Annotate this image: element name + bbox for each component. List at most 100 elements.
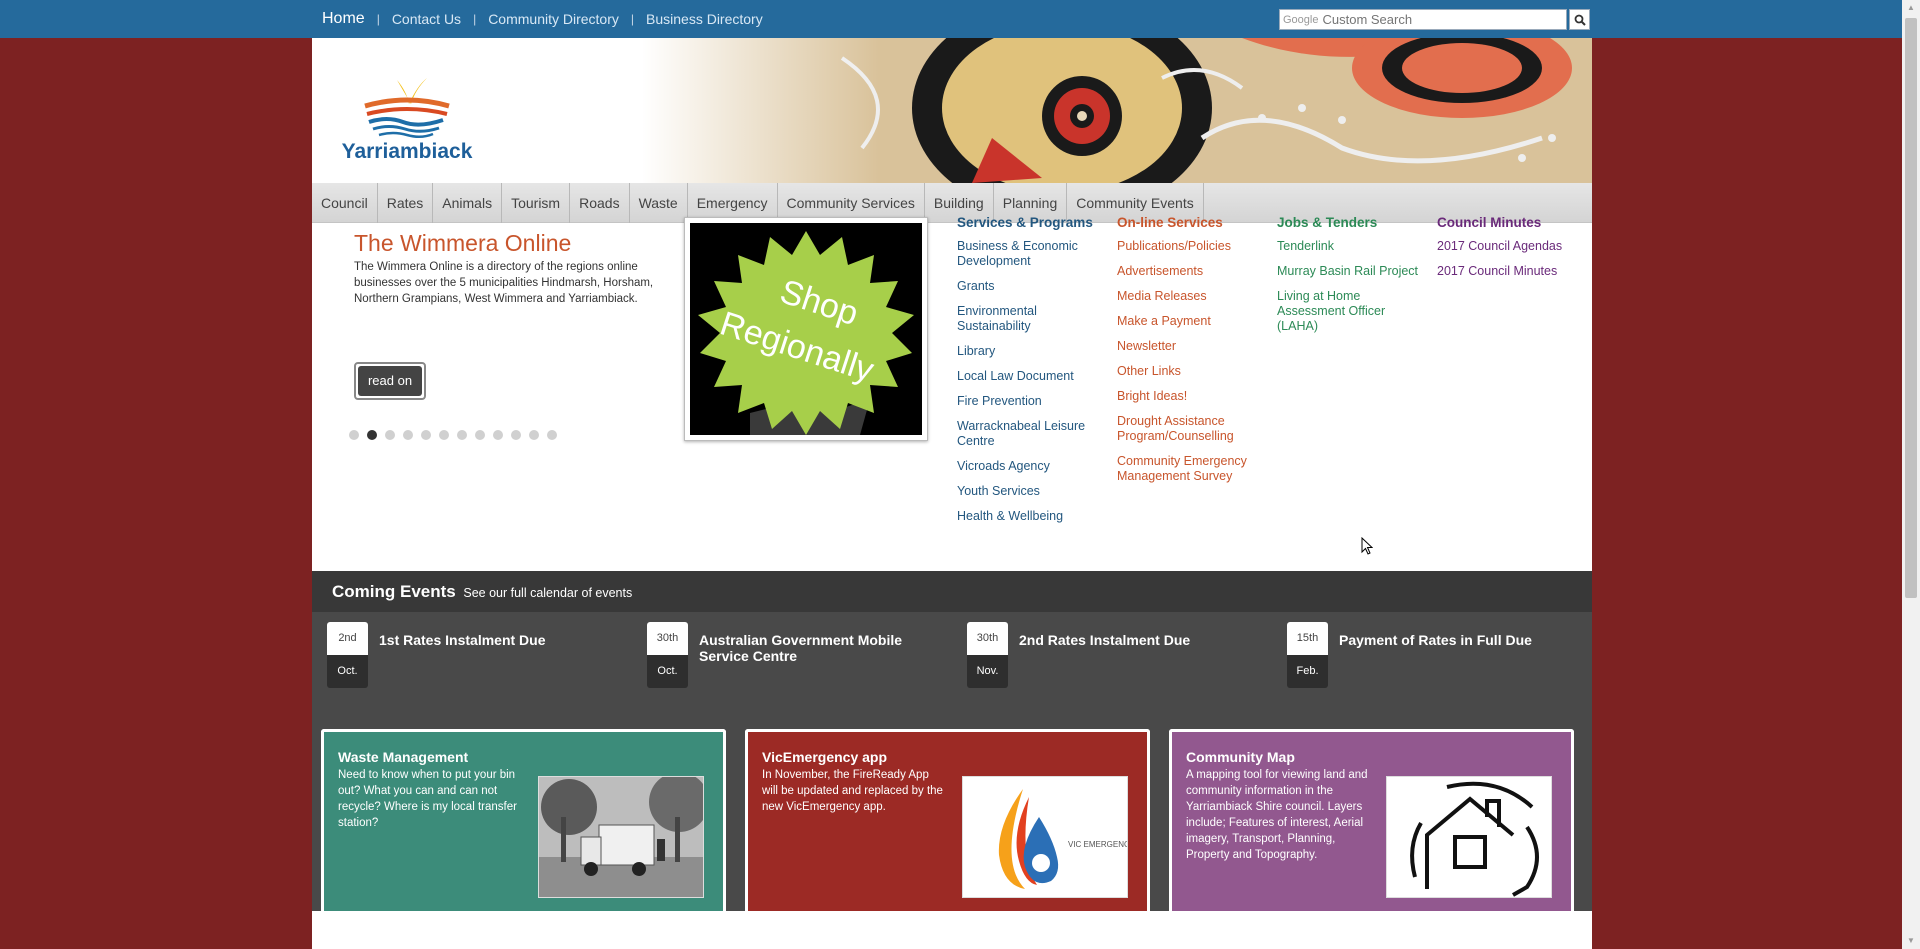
online-link[interactable]: Newsletter — [1117, 339, 1267, 354]
search-input[interactable] — [1322, 12, 1553, 27]
vicemergency-card[interactable]: VicEmergency app In November, the FireRe… — [745, 729, 1150, 911]
scroll-up-icon[interactable]: ▲ — [1902, 0, 1920, 16]
event-item[interactable]: 30th Oct. Australian Government Mobile S… — [647, 622, 947, 692]
nav-waste[interactable]: Waste — [630, 183, 688, 223]
slider-dots — [349, 430, 557, 440]
online-link[interactable]: Community Emergency Management Survey — [1117, 454, 1267, 484]
event-date: 30th Oct. — [647, 622, 688, 688]
card-title[interactable]: Waste Management — [338, 749, 709, 765]
services-link[interactable]: Business & Economic Development — [957, 239, 1107, 269]
top-bar: Home | Contact Us | Community Directory … — [0, 0, 1902, 38]
online-link[interactable]: Make a Payment — [1117, 314, 1267, 329]
full-calendar-link[interactable]: See our full calendar of events — [463, 586, 632, 600]
event-month: Nov. — [967, 655, 1008, 688]
event-title[interactable]: Payment of Rates in Full Due — [1339, 632, 1579, 648]
scroll-down-icon[interactable]: ▼ — [1902, 933, 1920, 949]
read-on-label: read on — [358, 366, 422, 396]
vicemergency-logo: VIC EMERGENCY — [962, 776, 1128, 898]
waste-management-card[interactable]: Waste Management Need to know when to pu… — [321, 729, 726, 911]
jobs-link[interactable]: Living at Home Assessment Officer (LAHA) — [1277, 289, 1427, 334]
scroll-thumb[interactable] — [1905, 18, 1917, 598]
slider-dot[interactable] — [511, 430, 521, 440]
top-nav-home[interactable]: Home — [322, 10, 365, 28]
read-on-button[interactable]: read on — [354, 362, 426, 400]
nav-animals[interactable]: Animals — [433, 183, 503, 223]
event-title[interactable]: 1st Rates Instalment Due — [379, 632, 619, 648]
online-link[interactable]: Publications/Policies — [1117, 239, 1267, 254]
card-title[interactable]: Community Map — [1186, 749, 1557, 765]
slider-dot[interactable] — [439, 430, 449, 440]
shop-regionally-promo[interactable]: Shop Regionally — [684, 217, 928, 441]
slider-dot-active[interactable] — [367, 430, 377, 440]
services-link[interactable]: Youth Services — [957, 484, 1107, 499]
event-title[interactable]: 2nd Rates Instalment Due — [1019, 632, 1259, 648]
google-label: Google — [1283, 13, 1319, 26]
top-nav-business-directory[interactable]: Business Directory — [646, 11, 763, 27]
slider-dot[interactable] — [475, 430, 485, 440]
services-link[interactable]: Health & Wellbeing — [957, 509, 1107, 524]
search-button[interactable] — [1569, 9, 1590, 30]
top-nav: Home | Contact Us | Community Directory … — [322, 0, 763, 38]
services-link[interactable]: Grants — [957, 279, 1107, 294]
slider-dot[interactable] — [421, 430, 431, 440]
event-month: Feb. — [1287, 655, 1328, 688]
card-text: In November, the FireReady App will be u… — [762, 769, 943, 813]
services-link[interactable]: Local Law Document — [957, 369, 1107, 384]
home-icon — [1386, 776, 1552, 898]
header-artwork — [642, 38, 1592, 183]
event-title[interactable]: Australian Government Mobile Service Cen… — [699, 632, 939, 664]
slider-dot[interactable] — [529, 430, 539, 440]
yarriambiack-logo[interactable]: Yarriambiack — [337, 58, 477, 163]
separator: | — [376, 12, 380, 26]
slider-dot[interactable] — [385, 430, 395, 440]
services-heading[interactable]: Services & Programs — [957, 215, 1107, 230]
event-date: 30th Nov. — [967, 622, 1008, 688]
services-link[interactable]: Warracknabeal Leisure Centre — [957, 419, 1107, 449]
online-link[interactable]: Advertisements — [1117, 264, 1267, 279]
online-link[interactable]: Drought Assistance Program/Counselling — [1117, 414, 1267, 444]
nav-roads[interactable]: Roads — [570, 183, 630, 223]
search-box: Google — [1279, 9, 1567, 30]
minutes-link[interactable]: 2017 Council Agendas — [1437, 239, 1577, 254]
slider-dot[interactable] — [349, 430, 359, 440]
event-item[interactable]: 30th Nov. 2nd Rates Instalment Due — [967, 622, 1267, 692]
event-date: 2nd Oct. — [327, 622, 368, 688]
nav-tourism[interactable]: Tourism — [502, 183, 571, 223]
online-link[interactable]: Other Links — [1117, 364, 1267, 379]
online-link[interactable]: Bright Ideas! — [1117, 389, 1267, 404]
page-scrollbar[interactable]: ▲ ▼ — [1902, 0, 1920, 949]
slider-title[interactable]: The Wimmera Online — [354, 230, 571, 257]
jobs-link[interactable]: Tenderlink — [1277, 239, 1427, 254]
minutes-link[interactable]: 2017 Council Minutes — [1437, 264, 1577, 279]
online-link[interactable]: Media Releases — [1117, 289, 1267, 304]
top-nav-community-directory[interactable]: Community Directory — [488, 11, 619, 27]
top-nav-contact-us[interactable]: Contact Us — [392, 11, 461, 27]
separator: | — [630, 12, 635, 26]
event-item[interactable]: 2nd Oct. 1st Rates Instalment Due — [327, 622, 627, 692]
slider-dot[interactable] — [403, 430, 413, 440]
nav-council[interactable]: Council — [312, 183, 378, 223]
slider-dot[interactable] — [547, 430, 557, 440]
search-icon — [1574, 14, 1586, 26]
nav-rates[interactable]: Rates — [378, 183, 434, 223]
online-heading[interactable]: On-line Services — [1117, 215, 1267, 230]
slider-dot[interactable] — [457, 430, 467, 440]
services-programs-column: Services & Programs Business & Economic … — [957, 215, 1107, 534]
events-heading: Coming Events — [332, 582, 456, 601]
jobs-heading[interactable]: Jobs & Tenders — [1277, 215, 1427, 230]
event-day: 15th — [1287, 622, 1328, 655]
event-item[interactable]: 15th Feb. Payment of Rates in Full Due — [1287, 622, 1587, 692]
card-text: Need to know when to put your bin out? W… — [338, 769, 517, 829]
slider-dot[interactable] — [493, 430, 503, 440]
services-link[interactable]: Fire Prevention — [957, 394, 1107, 409]
community-map-card[interactable]: Community Map A mapping tool for viewing… — [1169, 729, 1574, 911]
services-link[interactable]: Library — [957, 344, 1107, 359]
jobs-link[interactable]: Murray Basin Rail Project — [1277, 264, 1427, 279]
event-date: 15th Feb. — [1287, 622, 1328, 688]
services-link[interactable]: Environmental Sustainability — [957, 304, 1107, 334]
event-day: 2nd — [327, 622, 368, 655]
services-link[interactable]: Vicroads Agency — [957, 459, 1107, 474]
minutes-heading[interactable]: Council Minutes — [1437, 215, 1577, 230]
card-title[interactable]: VicEmergency app — [762, 749, 1133, 765]
slider-text: The Wimmera Online is a directory of the… — [354, 261, 654, 305]
